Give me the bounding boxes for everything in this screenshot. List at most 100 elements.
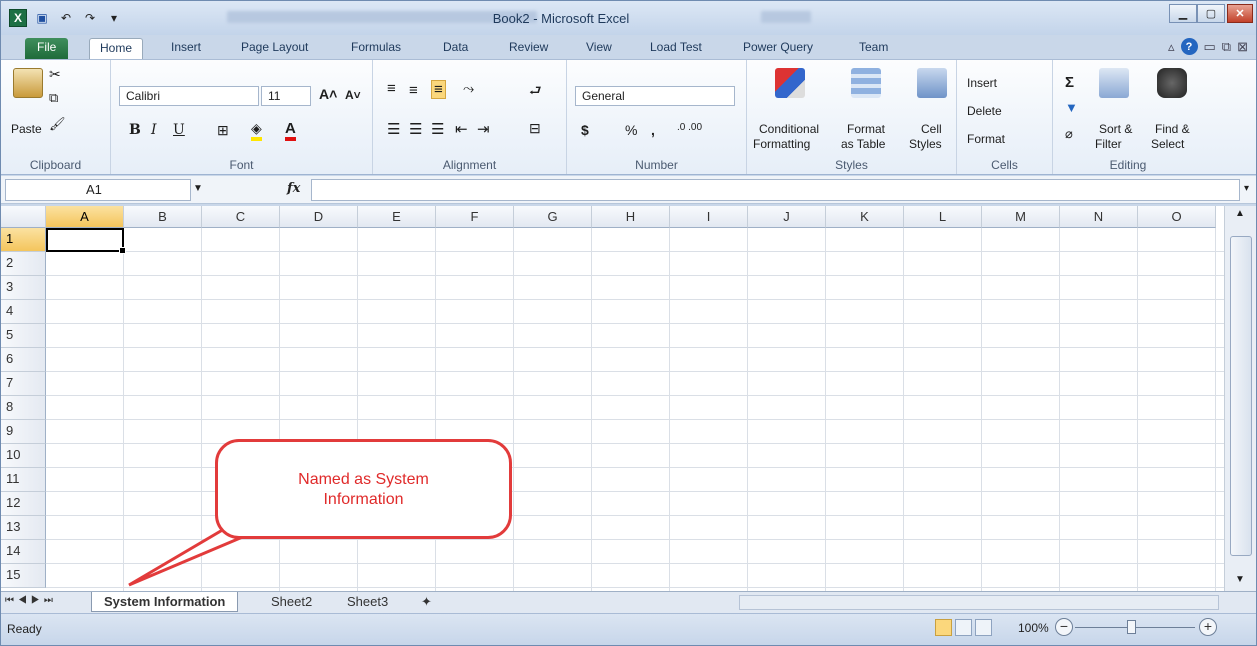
normal-view-button[interactable] bbox=[935, 619, 952, 636]
row-header-12[interactable]: 12 bbox=[1, 492, 46, 516]
decrease-indent-icon[interactable]: ⇤ bbox=[455, 120, 468, 138]
align-center-icon[interactable]: ☰ bbox=[409, 120, 422, 138]
row-header-5[interactable]: 5 bbox=[1, 324, 46, 348]
borders-icon[interactable]: ⊞ bbox=[217, 122, 229, 139]
align-right-icon[interactable]: ☰ bbox=[431, 120, 444, 138]
formula-input[interactable] bbox=[311, 179, 1240, 201]
format-as-table-label[interactable]: Format bbox=[847, 122, 885, 136]
zoom-out-button[interactable]: − bbox=[1055, 618, 1073, 636]
autosum-button[interactable]: Σ bbox=[1065, 74, 1074, 91]
clear-icon[interactable]: ⌀ bbox=[1065, 126, 1073, 142]
underline-button[interactable]: U bbox=[173, 122, 185, 138]
cut-icon[interactable]: ✂ bbox=[49, 66, 61, 83]
sheet-nav-buttons[interactable]: ⏮◀▶⏭ bbox=[5, 595, 57, 606]
scroll-up-icon[interactable]: ▲ bbox=[1235, 208, 1245, 219]
insert-cells-button[interactable]: Insert bbox=[967, 76, 997, 90]
close-button[interactable]: ✕ bbox=[1227, 4, 1253, 23]
row-header-11[interactable]: 11 bbox=[1, 468, 46, 492]
tab-formulas[interactable]: Formulas bbox=[341, 38, 411, 59]
row-header-14[interactable]: 14 bbox=[1, 540, 46, 564]
row-header-9[interactable]: 9 bbox=[1, 420, 46, 444]
select-all-corner[interactable] bbox=[1, 206, 46, 228]
workbook-close-icon[interactable]: ⊠ bbox=[1237, 39, 1248, 55]
sort-filter-label[interactable]: Sort & bbox=[1099, 122, 1132, 136]
tab-load-test[interactable]: Load Test bbox=[640, 38, 712, 59]
row-header-1[interactable]: 1 bbox=[1, 228, 46, 252]
number-format-select[interactable]: General bbox=[575, 86, 735, 106]
row-header-8[interactable]: 8 bbox=[1, 396, 46, 420]
scroll-down-icon[interactable]: ▼ bbox=[1235, 574, 1245, 585]
column-header-i[interactable]: I bbox=[670, 206, 748, 228]
name-box[interactable]: A1 bbox=[5, 179, 191, 201]
find-select-label[interactable]: Find & bbox=[1155, 122, 1190, 136]
tab-view[interactable]: View bbox=[576, 38, 622, 59]
cell-styles-label-2[interactable]: Styles bbox=[909, 137, 942, 151]
column-header-c[interactable]: C bbox=[202, 206, 280, 228]
row-header-7[interactable]: 7 bbox=[1, 372, 46, 396]
conditional-formatting-label-2[interactable]: Formatting bbox=[753, 137, 810, 151]
sheet-tab-sheet3[interactable]: Sheet3 bbox=[335, 592, 400, 612]
font-name-select[interactable]: Calibri bbox=[119, 86, 259, 106]
insert-sheet-icon[interactable]: ✦ bbox=[409, 592, 444, 612]
comma-button[interactable]: , bbox=[651, 122, 655, 138]
paste-icon[interactable] bbox=[13, 68, 43, 98]
zoom-in-button[interactable]: + bbox=[1199, 618, 1217, 636]
column-header-e[interactable]: E bbox=[358, 206, 436, 228]
font-color-icon[interactable]: A bbox=[285, 120, 296, 141]
column-header-g[interactable]: G bbox=[514, 206, 592, 228]
vertical-scrollbar[interactable]: ▲ ▼ bbox=[1224, 206, 1256, 591]
tab-file[interactable]: File bbox=[25, 38, 69, 59]
column-header-m[interactable]: M bbox=[982, 206, 1060, 228]
find-select-icon[interactable] bbox=[1157, 68, 1187, 98]
selected-cell-a1[interactable] bbox=[46, 228, 126, 254]
bold-button[interactable]: B bbox=[129, 122, 141, 138]
format-as-table-icon[interactable] bbox=[851, 68, 881, 98]
orientation-icon[interactable]: ⤳ bbox=[463, 80, 474, 97]
cell-styles-icon[interactable] bbox=[917, 68, 947, 98]
grow-font-icon[interactable]: A˄ bbox=[319, 86, 337, 102]
column-header-b[interactable]: B bbox=[124, 206, 202, 228]
align-left-icon[interactable]: ☰ bbox=[387, 120, 400, 138]
fill-color-icon[interactable]: ◈ bbox=[251, 120, 262, 141]
tab-insert[interactable]: Insert bbox=[161, 38, 211, 59]
page-break-view-button[interactable] bbox=[975, 619, 992, 636]
collapse-ribbon-icon[interactable]: ▵ bbox=[1168, 39, 1175, 55]
wrap-text-icon[interactable]: ⮐ bbox=[529, 80, 542, 104]
workbook-minimize-icon[interactable]: ▭ bbox=[1204, 39, 1216, 55]
align-top-icon[interactable]: ≡ bbox=[387, 80, 396, 97]
horizontal-scrollbar[interactable] bbox=[739, 595, 1219, 610]
tab-review[interactable]: Review bbox=[499, 38, 558, 59]
zoom-level[interactable]: 100% bbox=[1018, 621, 1049, 635]
column-header-l[interactable]: L bbox=[904, 206, 982, 228]
column-header-a[interactable]: A bbox=[46, 206, 124, 228]
format-as-table-label-2[interactable]: as Table bbox=[841, 137, 885, 151]
tab-page-layout[interactable]: Page Layout bbox=[231, 38, 318, 59]
column-header-n[interactable]: N bbox=[1060, 206, 1138, 228]
increase-indent-icon[interactable]: ⇥ bbox=[477, 120, 490, 138]
name-box-dropdown-icon[interactable]: ▼ bbox=[193, 183, 203, 194]
format-cells-button[interactable]: Format bbox=[967, 132, 1005, 146]
copy-icon[interactable]: ⧉ bbox=[49, 90, 58, 106]
sheet-tab-system-information[interactable]: System Information bbox=[91, 592, 239, 612]
increase-decimal-button[interactable]: .0 .00 bbox=[677, 122, 702, 133]
sheet-tab-sheet2[interactable]: Sheet2 bbox=[259, 592, 324, 612]
currency-button[interactable]: $ bbox=[581, 122, 589, 138]
tab-data[interactable]: Data bbox=[433, 38, 478, 59]
align-middle-icon[interactable]: ≡ bbox=[409, 82, 418, 99]
page-layout-view-button[interactable] bbox=[955, 619, 972, 636]
row-header-13[interactable]: 13 bbox=[1, 516, 46, 540]
conditional-formatting-icon[interactable] bbox=[775, 68, 805, 98]
sort-filter-icon[interactable] bbox=[1099, 68, 1129, 98]
row-header-4[interactable]: 4 bbox=[1, 300, 46, 324]
sort-filter-label-2[interactable]: Filter bbox=[1095, 137, 1122, 151]
italic-button[interactable]: I bbox=[151, 122, 157, 138]
row-header-6[interactable]: 6 bbox=[1, 348, 46, 372]
align-bottom-icon[interactable]: ≡ bbox=[431, 80, 446, 99]
column-header-h[interactable]: H bbox=[592, 206, 670, 228]
percent-button[interactable]: % bbox=[625, 122, 637, 138]
tab-team[interactable]: Team bbox=[849, 38, 898, 59]
minimize-button[interactable]: ▁ bbox=[1169, 4, 1197, 23]
column-header-k[interactable]: K bbox=[826, 206, 904, 228]
row-header-15[interactable]: 15 bbox=[1, 564, 46, 588]
cell-styles-label[interactable]: Cell bbox=[921, 122, 942, 136]
